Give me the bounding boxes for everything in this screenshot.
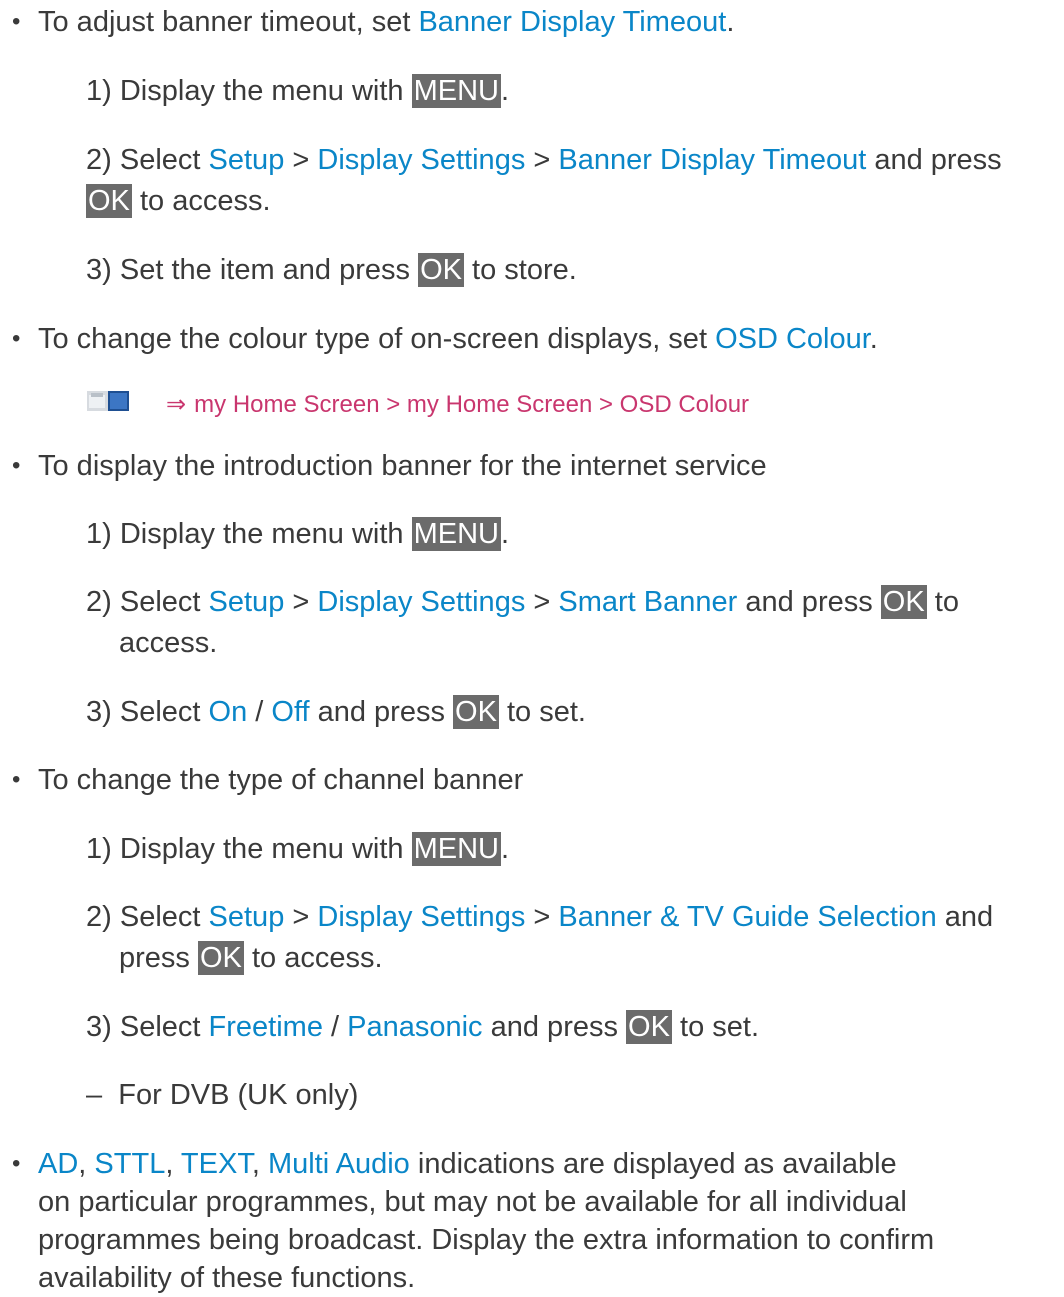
smart-banner-link[interactable]: Smart Banner: [558, 586, 737, 618]
display-settings-link[interactable]: Display Settings: [317, 144, 525, 176]
b3-step-2: 2) Select Setup > Display Settings > Sma…: [86, 585, 959, 619]
off-option[interactable]: Off: [271, 696, 309, 728]
setup-link[interactable]: Setup: [209, 901, 285, 933]
ad-link[interactable]: AD: [38, 1148, 78, 1180]
b5-line-3: programmes being broadcast. Display the …: [38, 1224, 935, 1256]
ok-key: OK: [86, 184, 132, 218]
ok-key: OK: [418, 253, 464, 287]
panasonic-option[interactable]: Panasonic: [347, 1011, 482, 1043]
menu-key: MENU: [411, 832, 501, 866]
b4-step-2: 2) Select Setup > Display Settings > Ban…: [86, 901, 994, 933]
ok-key: OK: [197, 941, 244, 975]
multi-audio-link[interactable]: Multi Audio: [268, 1148, 410, 1180]
freetime-option[interactable]: Freetime: [209, 1011, 323, 1043]
b1-step-2: 2) Select Setup > Display Settings > Ban…: [86, 144, 1002, 176]
bullet: •: [12, 766, 21, 793]
b5-line-2: on particular programmes, but may not be…: [38, 1186, 907, 1218]
arrow-right-icon: ⇒: [166, 391, 187, 418]
b1-step-2-cont: OK to access.: [86, 184, 271, 218]
menu-key: MENU: [411, 74, 501, 108]
b2-breadcrumb: ⇒ my Home Screen > my Home Screen > OSD …: [86, 384, 749, 424]
b4-step-2-cont: press OK to access.: [119, 941, 383, 975]
ok-key: OK: [453, 695, 499, 729]
banner-display-timeout-link[interactable]: Banner Display Timeout: [418, 6, 726, 38]
ok-key: OK: [880, 585, 927, 619]
banner-display-timeout-item[interactable]: Banner Display Timeout: [558, 144, 866, 176]
text-link[interactable]: TEXT: [181, 1148, 252, 1180]
osd-colour-link[interactable]: OSD Colour: [715, 323, 870, 355]
display-settings-link[interactable]: Display Settings: [317, 901, 525, 933]
b4-note: – For DVB (UK only): [86, 1079, 359, 1111]
ok-key: OK: [626, 1010, 672, 1044]
banner-tv-guide-selection-link[interactable]: Banner & TV Guide Selection: [558, 901, 936, 933]
b5-line-1: AD, STTL, TEXT, Multi Audio indications …: [38, 1148, 897, 1180]
menu-key: MENU: [411, 517, 501, 551]
b3-step-2-cont: access.: [119, 627, 218, 659]
b3-step-3: 3) Select On / Off and press OK to set.: [86, 695, 586, 729]
b5-line-4: availability of these functions.: [38, 1262, 416, 1294]
b4-step-1: 1) Display the menu with MENU.: [86, 832, 510, 866]
b2-line: To change the colour type of on-screen d…: [38, 323, 878, 355]
bullet: •: [12, 1150, 21, 1177]
b1-line: To adjust banner timeout, set Banner Dis…: [38, 6, 735, 38]
bullet: •: [12, 452, 21, 479]
setup-link[interactable]: Setup: [209, 586, 285, 618]
home-screen-icon: [86, 385, 160, 423]
on-option[interactable]: On: [209, 696, 248, 728]
b1-step-1: 1) Display the menu with MENU.: [86, 74, 510, 108]
b4-line: To change the type of channel banner: [38, 764, 524, 796]
help-page: • To adjust banner timeout, set Banner D…: [0, 0, 1064, 1294]
display-settings-link[interactable]: Display Settings: [317, 586, 525, 618]
bullet: •: [12, 325, 21, 352]
b3-line: To display the introduction banner for t…: [38, 450, 767, 482]
setup-link[interactable]: Setup: [209, 144, 285, 176]
sttl-link[interactable]: STTL: [94, 1148, 165, 1180]
b1-step-3: 3) Set the item and press OK to store.: [86, 253, 577, 287]
bullet: •: [12, 8, 21, 35]
b3-step-1: 1) Display the menu with MENU.: [86, 517, 510, 551]
osd-colour-breadcrumb[interactable]: my Home Screen > my Home Screen > OSD Co…: [194, 391, 749, 418]
b4-step-3: 3) Select Freetime / Panasonic and press…: [86, 1010, 759, 1044]
